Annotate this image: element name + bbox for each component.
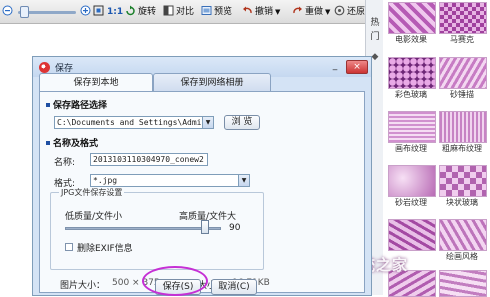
effect-thumb-burlap[interactable]: [439, 111, 487, 143]
effect-thumb-canvas[interactable]: [388, 111, 436, 143]
name-label: 名称:: [54, 158, 76, 168]
format-value: *.jpg: [93, 176, 118, 185]
low-quality-label: 低质量/文件小: [65, 212, 123, 222]
side-tab-hot[interactable]: 热: [369, 18, 381, 29]
effect-thumb-row6b[interactable]: [439, 270, 487, 297]
close-button[interactable]: ×: [346, 60, 368, 74]
effect-label-sandstone: 砂岩纹理: [395, 198, 427, 207]
effect-label-block-glass: 块状玻璃: [446, 198, 478, 207]
save-path-value: C:\Documents and Settings\Administrator\: [57, 118, 213, 127]
rotate-icon: [126, 5, 135, 16]
image-size-label: 图片大小：: [60, 281, 106, 291]
effect-thumb-extra[interactable]: [388, 219, 436, 251]
effect-label-mosaic: 马赛克: [450, 35, 474, 44]
remove-exif-checkbox[interactable]: [65, 243, 73, 251]
rotate-label: 旋转: [138, 7, 157, 17]
path-section-title: 保存路径选择: [46, 98, 107, 111]
restore-label: 还原: [347, 7, 366, 17]
undo-button[interactable]: 撤销 ▼: [242, 5, 280, 19]
restore-icon: [334, 5, 345, 16]
jpg-settings-group: JPG文件保存设置 低质量/文件小 高质量/文件大 90 删除EXIF信息: [50, 187, 264, 270]
effect-label-burlap: 粗麻布纹理: [442, 144, 482, 153]
canvas-area: [0, 25, 32, 295]
effect-thumb-hammer[interactable]: [439, 57, 487, 89]
contrast-label: 对比: [176, 7, 195, 17]
zoom-in-icon[interactable]: [80, 5, 93, 19]
effect-thumb-stained-glass[interactable]: [388, 57, 436, 89]
quality-slider-thumb[interactable]: [201, 220, 210, 234]
name-section-title: 名称及格式: [46, 136, 98, 149]
effect-thumb-film[interactable]: [388, 2, 436, 34]
effect-label-canvas: 画布纹理: [395, 144, 427, 153]
quality-slider-track[interactable]: [65, 227, 221, 230]
effect-thumb-painting[interactable]: [439, 219, 487, 251]
save-highlight-circle: [142, 266, 208, 296]
browse-button[interactable]: 浏 览: [224, 115, 260, 130]
zoom-slider-thumb[interactable]: [20, 6, 29, 18]
effect-label-hammer: 砂锤描: [450, 90, 474, 99]
zoom-out-icon[interactable]: [2, 5, 15, 19]
effect-label-painting: 绘画风格: [446, 252, 478, 261]
preview-button[interactable]: 预览: [201, 5, 232, 19]
dialog-body: 保存路径选择 C:\Documents and Settings\Adminis…: [39, 91, 365, 293]
effect-thumb-mosaic[interactable]: [439, 2, 487, 34]
side-tab-other[interactable]: 门: [369, 32, 381, 43]
redo-icon: [293, 6, 302, 14]
undo-dropdown-icon[interactable]: ▼: [275, 8, 280, 16]
effects-panel: 电影效果 马赛克 彩色玻璃 砂锤描 画布纹理 粗麻布纹理 砂岩纹理 块状玻璃 绘…: [386, 0, 490, 297]
jpg-settings-title: JPG文件保存设置: [59, 187, 125, 198]
path-dropdown-icon[interactable]: ▼: [202, 117, 213, 128]
cancel-button[interactable]: 取消(C): [211, 279, 257, 295]
preview-icon: [201, 6, 212, 15]
quality-value: 90: [229, 223, 241, 233]
format-dropdown-icon[interactable]: ▼: [238, 175, 249, 186]
toolbar: 1:1 旋转 对比 预览 撤销 ▼ 重做 ▼ 还原: [0, 0, 375, 24]
effect-label-stained-glass: 彩色玻璃: [395, 90, 427, 99]
save-dialog: 保存 _ × 保存到本地 保存到网络相册 保存路径选择 C:\Documents…: [32, 56, 372, 296]
actual-size-button[interactable]: 1:1: [107, 5, 123, 19]
redo-label: 重做: [305, 7, 324, 17]
effect-thumb-block-glass[interactable]: [439, 165, 487, 197]
restore-button[interactable]: 还原: [334, 5, 365, 19]
undo-icon: [243, 6, 252, 14]
tab-save-local[interactable]: 保存到本地: [39, 73, 153, 92]
fit-window-icon[interactable]: [93, 5, 106, 19]
redo-dropdown-icon[interactable]: ▼: [325, 8, 330, 16]
effect-label-film: 电影效果: [395, 35, 427, 44]
redo-button[interactable]: 重做 ▼: [292, 5, 330, 19]
remove-exif-label: 删除EXIF信息: [77, 244, 133, 254]
contrast-button[interactable]: 对比: [163, 5, 194, 19]
undo-label: 撤销: [255, 7, 274, 17]
minimize-button[interactable]: _: [327, 61, 343, 73]
save-path-field[interactable]: C:\Documents and Settings\Administrator\…: [54, 116, 214, 129]
format-select[interactable]: *.jpg ▼: [90, 174, 250, 187]
tab-save-online-album[interactable]: 保存到网络相册: [153, 73, 271, 92]
preview-label: 预览: [214, 7, 233, 17]
app-logo-icon: [39, 62, 50, 73]
file-name-input[interactable]: 2013103110304970_conew2: [90, 153, 208, 166]
contrast-icon: [163, 5, 174, 16]
rotate-button[interactable]: 旋转: [125, 5, 156, 19]
effect-thumb-sandstone[interactable]: [388, 165, 436, 197]
